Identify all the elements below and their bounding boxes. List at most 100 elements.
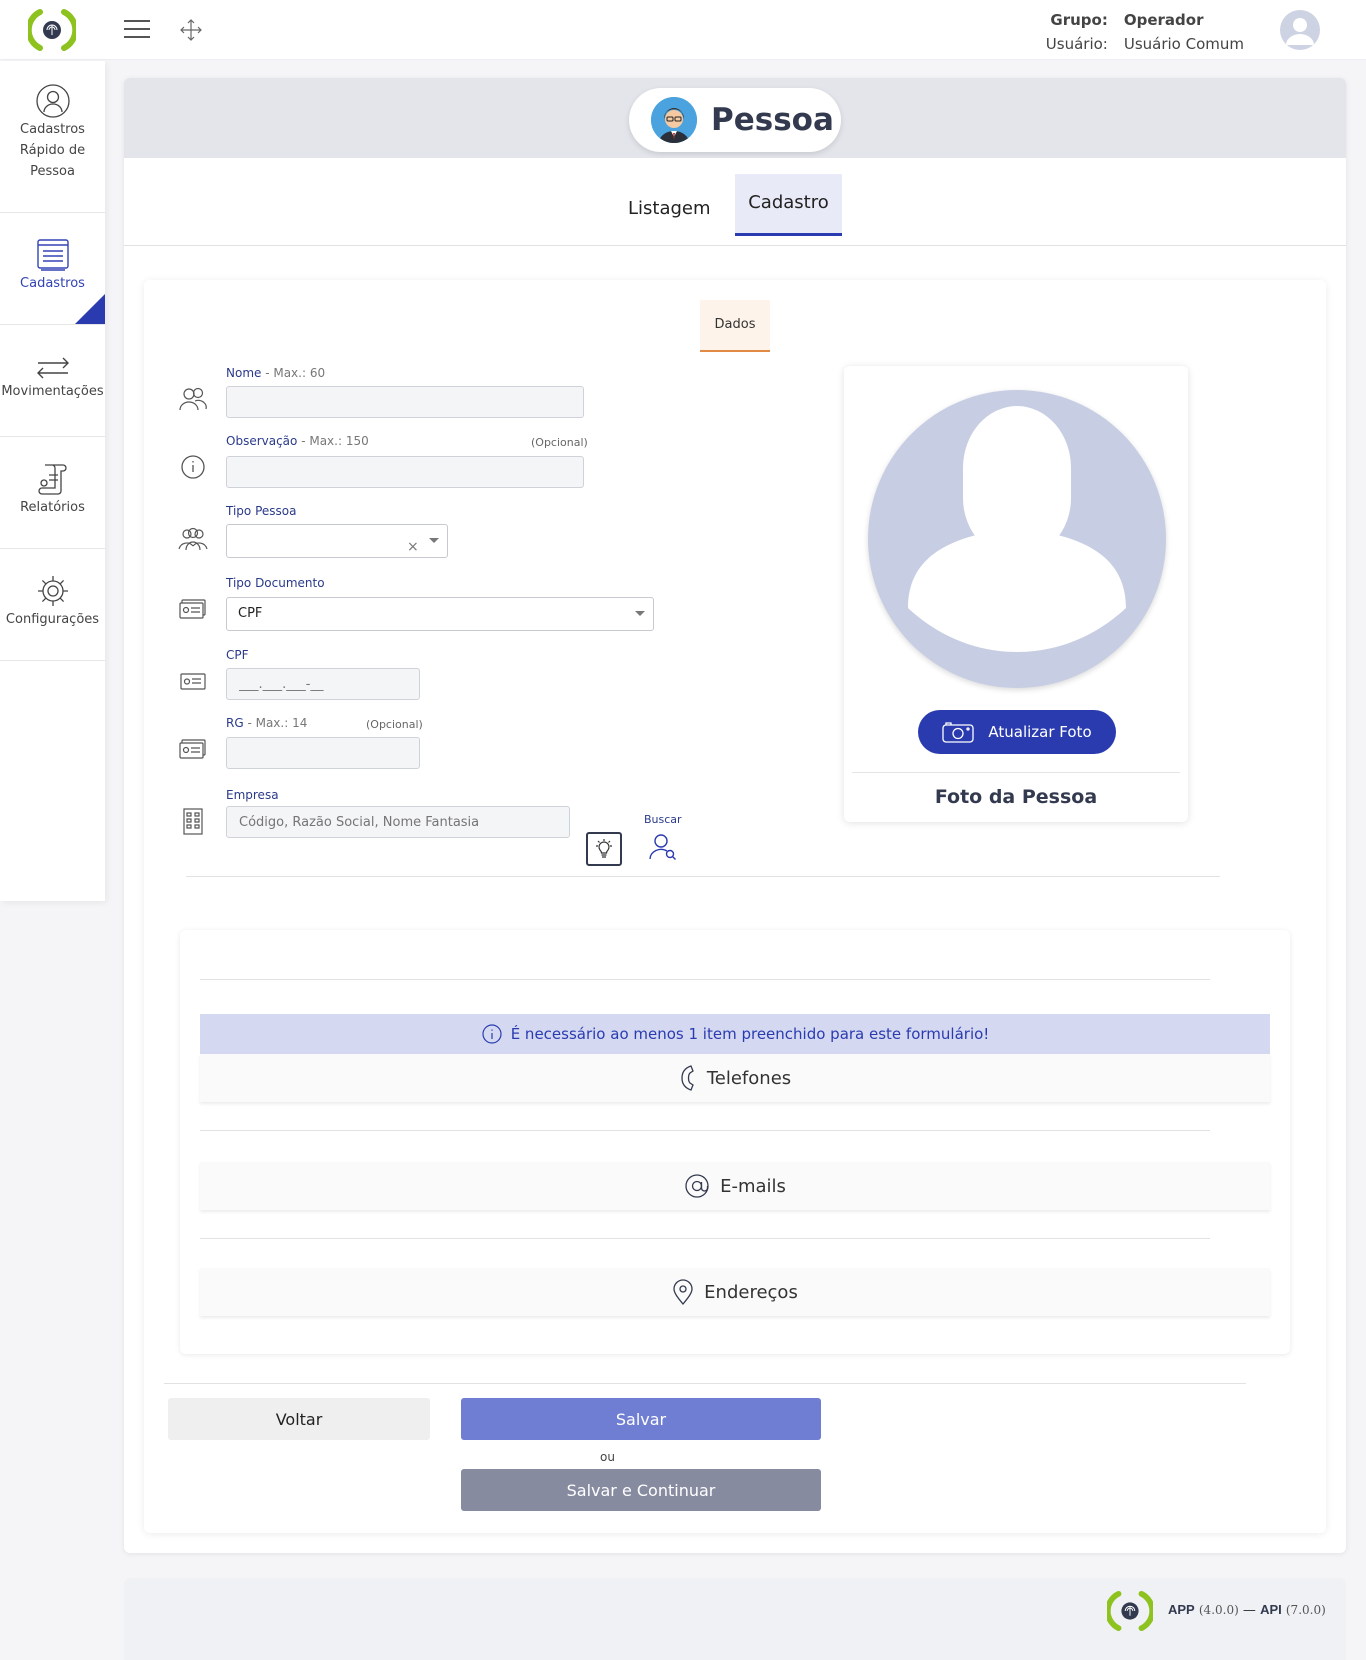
section-telefones[interactable]: Telefones bbox=[200, 1054, 1270, 1102]
sidebar-item-configuracoes[interactable]: Configurações bbox=[0, 549, 105, 661]
sidebar-item-label: Relatórios bbox=[20, 500, 85, 515]
section-emails[interactable]: E-mails bbox=[200, 1162, 1270, 1210]
save-and-continue-button[interactable]: Salvar e Continuar bbox=[461, 1469, 821, 1511]
user-info: Grupo: Operador Usuário: Usuário Comum bbox=[1038, 8, 1244, 56]
top-bar: Grupo: Operador Usuário: Usuário Comum bbox=[0, 0, 1366, 60]
app-label: APP bbox=[1168, 1602, 1195, 1617]
sidebar-item-label: Cadastros bbox=[20, 122, 85, 137]
nome-label-text: Nome bbox=[226, 366, 262, 380]
divider bbox=[164, 1383, 1246, 1384]
sidebar-item-cadastro-rapido-pessoa[interactable]: Cadastros Rápido de Pessoa bbox=[0, 61, 105, 213]
users-icon bbox=[179, 387, 207, 411]
transfer-arrows-icon bbox=[36, 357, 69, 379]
rg-input[interactable] bbox=[226, 737, 420, 769]
group-label: Grupo: bbox=[1050, 11, 1108, 29]
divider bbox=[186, 876, 1220, 877]
section-label: Endereços bbox=[704, 1281, 798, 1303]
lightbulb-icon bbox=[596, 839, 612, 858]
building-icon bbox=[183, 808, 203, 835]
tab-cadastro[interactable]: Cadastro bbox=[735, 174, 842, 236]
sidebar: Cadastros Rápido de Pessoa Cadastros Mov… bbox=[0, 61, 105, 901]
tab-listagem[interactable]: Listagem bbox=[612, 182, 727, 236]
nome-input[interactable] bbox=[226, 386, 584, 418]
user-search-icon[interactable] bbox=[647, 831, 679, 863]
photo-caption: Foto da Pessoa bbox=[934, 786, 1098, 808]
user-circle-icon bbox=[35, 84, 70, 118]
divider bbox=[200, 1238, 1210, 1239]
tipo-documento-select[interactable]: CPF bbox=[226, 597, 654, 631]
id-cards-icon bbox=[179, 599, 206, 619]
empresa-label: Empresa bbox=[226, 788, 279, 802]
id-card-icon bbox=[180, 673, 206, 690]
hamburger-line bbox=[124, 36, 150, 38]
sidebar-item-relatorios[interactable]: Relatórios bbox=[0, 437, 105, 549]
user-label: Usuário: bbox=[1045, 35, 1108, 53]
back-button[interactable]: Voltar bbox=[168, 1398, 430, 1440]
sidebar-item-label: Rápido de bbox=[19, 143, 86, 158]
tipo-documento-label: Tipo Documento bbox=[226, 576, 325, 590]
form-list-icon bbox=[36, 239, 69, 271]
tipo-documento-value: CPF bbox=[238, 606, 263, 621]
empresa-input[interactable] bbox=[226, 806, 570, 838]
user-avatar[interactable] bbox=[1280, 10, 1320, 50]
version-info: APP (4.0.0) — API (7.0.0) bbox=[1168, 1602, 1326, 1618]
observacao-label: Observação - Max.: 150 bbox=[226, 434, 369, 448]
rg-max-hint: - Max.: 14 bbox=[243, 716, 308, 730]
sidebar-item-label: Cadastros bbox=[20, 276, 85, 291]
info-icon bbox=[181, 455, 205, 479]
group-users-icon bbox=[178, 527, 208, 551]
nome-label: Nome - Max.: 60 bbox=[226, 366, 325, 380]
id-cards-icon bbox=[179, 739, 206, 759]
update-photo-button[interactable]: Atualizar Foto bbox=[918, 710, 1116, 754]
or-separator: ou bbox=[600, 1450, 615, 1464]
divider bbox=[200, 1130, 1210, 1131]
tipo-pessoa-label: Tipo Pessoa bbox=[226, 504, 297, 518]
page-title-pill: Pessoa bbox=[629, 88, 841, 152]
app-logo bbox=[1107, 1590, 1153, 1632]
cpf-label: CPF bbox=[226, 648, 249, 662]
page-tabs: Listagem Cadastro bbox=[124, 158, 1346, 246]
footer: APP (4.0.0) — API (7.0.0) bbox=[124, 1578, 1346, 1660]
avatar-person-icon bbox=[1286, 18, 1314, 45]
chevron-down-icon bbox=[429, 538, 439, 543]
location-pin-icon bbox=[673, 1279, 693, 1306]
divider bbox=[852, 772, 1180, 773]
photo-card: Atualizar Foto Foto da Pessoa bbox=[844, 366, 1188, 822]
required-info-text: É necessário ao menos 1 item preenchido … bbox=[510, 1025, 990, 1043]
observacao-input[interactable] bbox=[226, 456, 584, 488]
version-separator: — bbox=[1242, 1603, 1256, 1618]
menu-toggle-button[interactable] bbox=[124, 20, 150, 40]
at-sign-icon bbox=[685, 1174, 709, 1198]
app-version: (4.0.0) bbox=[1198, 1603, 1239, 1617]
gear-icon bbox=[37, 576, 68, 606]
buscar-label: Buscar bbox=[644, 813, 682, 826]
person-avatar-icon bbox=[651, 97, 697, 143]
api-label: API bbox=[1260, 1602, 1282, 1617]
camera-icon bbox=[942, 722, 975, 743]
page-title: Pessoa bbox=[711, 102, 834, 138]
required-info-banner: É necessário ao menos 1 item preenchido … bbox=[200, 1014, 1270, 1054]
sidebar-item-cadastros[interactable]: Cadastros bbox=[0, 213, 105, 325]
page-header: Pessoa bbox=[124, 78, 1346, 158]
observacao-optional-hint: (Opcional) bbox=[531, 436, 588, 449]
group-value: Operador bbox=[1123, 11, 1204, 29]
sidebar-item-label: Pessoa bbox=[30, 164, 75, 179]
hamburger-line bbox=[124, 20, 150, 22]
divider bbox=[200, 979, 1210, 980]
app-logo[interactable] bbox=[28, 8, 76, 52]
chevron-down-icon bbox=[635, 611, 645, 616]
sidebar-item-movimentacoes[interactable]: Movimentações bbox=[0, 325, 105, 437]
cpf-input[interactable] bbox=[226, 668, 420, 700]
save-button[interactable]: Salvar bbox=[461, 1398, 821, 1440]
observacao-max-hint: - Max.: 150 bbox=[297, 434, 369, 448]
clear-selection-icon[interactable]: × bbox=[407, 531, 419, 563]
section-enderecos[interactable]: Endereços bbox=[200, 1268, 1270, 1316]
suggestions-button[interactable] bbox=[586, 832, 622, 866]
update-photo-label: Atualizar Foto bbox=[988, 723, 1092, 741]
contacts-card: É necessário ao menos 1 item preenchido … bbox=[180, 930, 1290, 1354]
tab-dados[interactable]: Dados bbox=[700, 300, 770, 352]
tipo-pessoa-select[interactable]: × bbox=[226, 524, 448, 558]
form-card: Dados Nome - Max.: 60 Observação - Max.:… bbox=[144, 280, 1326, 1533]
nome-max-hint: - Max.: 60 bbox=[261, 366, 326, 380]
move-arrows-icon[interactable] bbox=[180, 19, 202, 41]
